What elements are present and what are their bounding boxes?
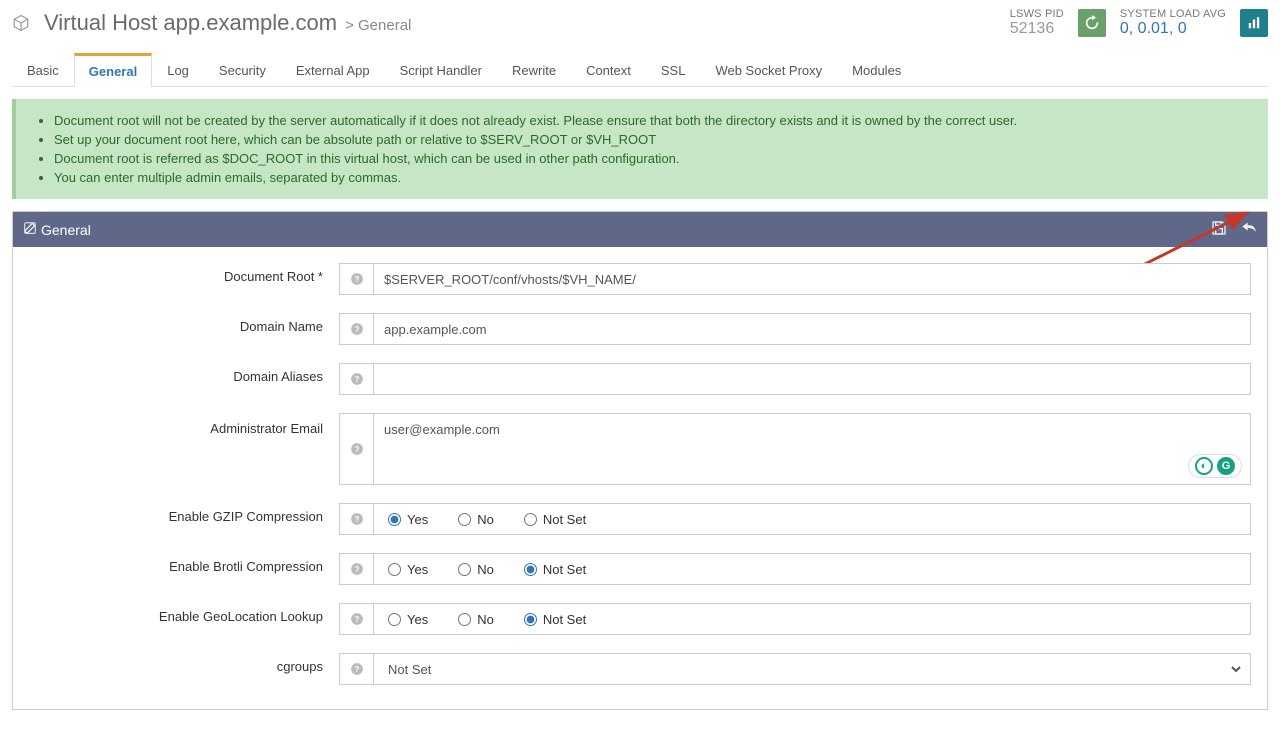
label-doc-root: Document Root * — [29, 263, 339, 284]
help-icon[interactable]: ? — [339, 553, 373, 585]
svg-text:?: ? — [354, 665, 359, 674]
tab-log[interactable]: Log — [152, 52, 204, 86]
label-gzip: Enable GZIP Compression — [29, 503, 339, 524]
grammarly-bulb-icon: ◐ — [1195, 457, 1213, 475]
svg-text:?: ? — [354, 275, 359, 284]
pid-value: 52136 — [1010, 20, 1064, 38]
panel-title: General — [41, 222, 91, 238]
row-brotli: Enable Brotli Compression ? Yes No Not S… — [29, 553, 1251, 585]
label-geo: Enable GeoLocation Lookup — [29, 603, 339, 624]
edit-icon — [23, 221, 37, 238]
row-gzip: Enable GZIP Compression ? Yes No Not Set — [29, 503, 1251, 535]
stats-button[interactable] — [1240, 9, 1268, 37]
input-admin-email[interactable] — [384, 422, 1240, 474]
input-doc-root[interactable] — [384, 272, 1240, 287]
svg-text:?: ? — [354, 515, 359, 524]
panel-body: Document Root * ? Domain Name ? Domain A… — [13, 247, 1267, 709]
notice-line: You can enter multiple admin emails, sep… — [54, 168, 1248, 187]
page-title: Virtual Host app.example.com — [44, 10, 337, 36]
notice-line: Set up your document root here, which ca… — [54, 130, 1248, 149]
tab-context[interactable]: Context — [571, 52, 646, 86]
help-icon[interactable]: ? — [339, 363, 373, 395]
radio-gzip-wrap: Yes No Not Set — [373, 503, 1251, 535]
row-admin-email: Administrator Email ? ◐ G — [29, 413, 1251, 485]
input-domain-aliases-wrap — [373, 363, 1251, 395]
help-icon[interactable]: ? — [339, 603, 373, 635]
tab-websocket[interactable]: Web Socket Proxy — [700, 52, 837, 86]
help-icon[interactable]: ? — [339, 503, 373, 535]
label-cgroups: cgroups — [29, 653, 339, 674]
label-domain-name: Domain Name — [29, 313, 339, 334]
load-label: SYSTEM LOAD AVG — [1120, 8, 1226, 20]
radio-geo-yes[interactable]: Yes — [388, 612, 428, 627]
svg-text:?: ? — [354, 565, 359, 574]
input-domain-name[interactable] — [384, 322, 1240, 337]
load-block: SYSTEM LOAD AVG 0, 0.01, 0 — [1120, 8, 1226, 38]
restart-button[interactable] — [1078, 9, 1106, 37]
radio-brotli-no[interactable]: No — [458, 562, 494, 577]
back-button[interactable] — [1241, 220, 1257, 239]
radio-gzip-yes[interactable]: Yes — [388, 512, 428, 527]
info-notice: Document root will not be created by the… — [12, 99, 1268, 199]
tab-basic[interactable]: Basic — [12, 52, 74, 86]
help-icon[interactable]: ? — [339, 653, 373, 685]
radio-gzip-notset[interactable]: Not Set — [524, 512, 586, 527]
tab-security[interactable]: Security — [204, 52, 281, 86]
row-domain-name: Domain Name ? — [29, 313, 1251, 345]
input-admin-email-wrap: ◐ G — [373, 413, 1251, 485]
row-geo: Enable GeoLocation Lookup ? Yes No Not S… — [29, 603, 1251, 635]
select-cgroups-wrap: Not Set — [373, 653, 1251, 685]
pid-block: LSWS PID 52136 — [1010, 8, 1064, 38]
row-doc-root: Document Root * ? — [29, 263, 1251, 295]
svg-text:?: ? — [354, 375, 359, 384]
tab-rewrite[interactable]: Rewrite — [497, 52, 571, 86]
help-icon[interactable]: ? — [339, 313, 373, 345]
label-admin-email: Administrator Email — [29, 413, 339, 436]
input-domain-aliases[interactable] — [384, 372, 1240, 387]
svg-text:?: ? — [354, 615, 359, 624]
grammarly-widget[interactable]: ◐ G — [1188, 454, 1242, 478]
tab-general[interactable]: General — [74, 53, 152, 87]
load-value: 0, 0.01, 0 — [1120, 20, 1226, 38]
general-panel: General Document Root * ? Domain Name ? — [12, 211, 1268, 710]
tab-external-app[interactable]: External App — [281, 52, 385, 86]
help-icon[interactable]: ? — [339, 413, 373, 485]
grammarly-logo-icon: G — [1217, 457, 1235, 475]
radio-geo-notset[interactable]: Not Set — [524, 612, 586, 627]
input-domain-name-wrap — [373, 313, 1251, 345]
breadcrumb-sep: > General — [345, 17, 411, 34]
save-button[interactable] — [1211, 220, 1227, 239]
radio-brotli-notset[interactable]: Not Set — [524, 562, 586, 577]
pid-label: LSWS PID — [1010, 8, 1064, 20]
tab-script-handler[interactable]: Script Handler — [385, 52, 497, 86]
radio-geo-no[interactable]: No — [458, 612, 494, 627]
radio-gzip-no[interactable]: No — [458, 512, 494, 527]
notice-line: Document root will not be created by the… — [54, 111, 1248, 130]
radio-geo-wrap: Yes No Not Set — [373, 603, 1251, 635]
select-cgroups[interactable]: Not Set — [384, 661, 1244, 678]
tab-ssl[interactable]: SSL — [646, 52, 701, 86]
tabs: Basic General Log Security External App … — [12, 52, 1268, 87]
row-domain-aliases: Domain Aliases ? — [29, 363, 1251, 395]
tab-modules[interactable]: Modules — [837, 52, 916, 86]
input-doc-root-wrap — [373, 263, 1251, 295]
topbar: Virtual Host app.example.com > General L… — [0, 0, 1280, 42]
svg-text:?: ? — [354, 445, 359, 454]
breadcrumb: Virtual Host app.example.com > General — [12, 10, 411, 36]
notice-line: Document root is referred as $DOC_ROOT i… — [54, 149, 1248, 168]
row-cgroups: cgroups ? Not Set — [29, 653, 1251, 685]
radio-brotli-yes[interactable]: Yes — [388, 562, 428, 577]
label-domain-aliases: Domain Aliases — [29, 363, 339, 384]
cube-icon — [12, 14, 30, 37]
help-icon[interactable]: ? — [339, 263, 373, 295]
radio-brotli-wrap: Yes No Not Set — [373, 553, 1251, 585]
label-brotli: Enable Brotli Compression — [29, 553, 339, 574]
svg-text:?: ? — [354, 325, 359, 334]
panel-header: General — [13, 212, 1267, 247]
topbar-stats: LSWS PID 52136 SYSTEM LOAD AVG 0, 0.01, … — [1010, 8, 1268, 38]
